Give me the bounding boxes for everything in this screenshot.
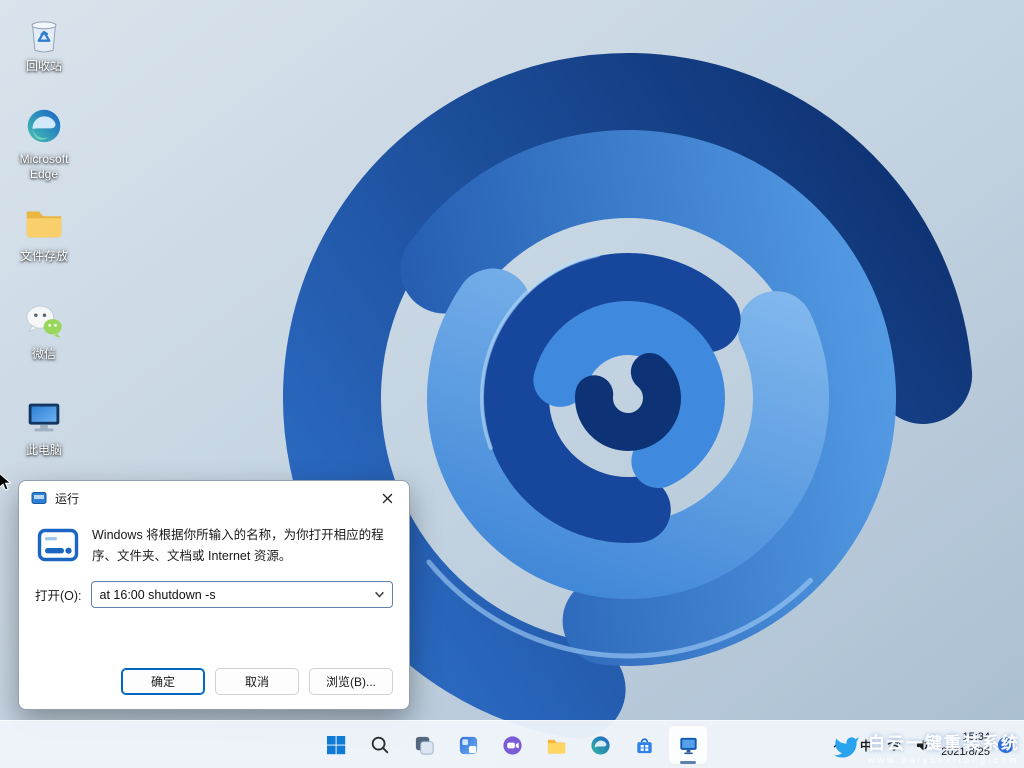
recycle-bin-icon — [21, 10, 67, 56]
run-dialog-titlebar-icon — [31, 490, 47, 506]
edge-button[interactable] — [580, 725, 620, 765]
search-icon — [369, 734, 391, 756]
ok-button[interactable]: 确定 — [121, 668, 205, 695]
desktop-icon-this-pc[interactable]: 此电脑 — [6, 394, 82, 458]
chevron-up-icon[interactable] — [827, 734, 849, 756]
desktop-icon-microsoft-edge[interactable]: Microsoft Edge — [6, 103, 82, 182]
run-dialog-body: Windows 将根据你所输入的名称，为你打开相应的程序、文件夹、文档或 Int… — [19, 515, 409, 709]
taskbar-tray: 中 15:34 2021/8/25 2 — [827, 721, 1024, 768]
desktop-icon-label: 此电脑 — [26, 443, 62, 458]
run-program-icon — [37, 525, 79, 564]
store-button[interactable] — [624, 725, 664, 765]
folder-icon — [21, 200, 67, 246]
run-dialog-title: 运行 — [55, 490, 79, 507]
task-view-icon — [413, 734, 436, 757]
clock-date: 2021/8/25 — [941, 745, 990, 760]
volume-icon[interactable] — [911, 734, 933, 756]
cancel-button[interactable]: 取消 — [215, 668, 299, 695]
reinstall-tool-button[interactable] — [668, 725, 708, 765]
desktop-icon-label: Microsoft Edge — [6, 152, 82, 182]
taskbar-center — [314, 721, 710, 768]
edge-taskbar-icon — [589, 734, 612, 757]
taskbar: 中 15:34 2021/8/25 2 — [0, 720, 1024, 768]
file-explorer-button[interactable] — [536, 725, 576, 765]
run-command-combobox[interactable] — [91, 581, 393, 608]
start-button[interactable] — [316, 725, 356, 765]
desktop-icon-label: 回收站 — [26, 59, 62, 74]
search-button[interactable] — [360, 725, 400, 765]
desktop-icon-file-storage[interactable]: 文件存放 — [6, 200, 82, 264]
file-explorer-icon — [545, 734, 568, 757]
desktop-icon-recycle-bin[interactable]: 回收站 — [6, 10, 82, 74]
browse-button[interactable]: 浏览(B)... — [309, 668, 393, 695]
this-pc-icon — [21, 394, 67, 440]
wechat-icon — [21, 298, 67, 344]
desktop-icon-label: 微信 — [32, 347, 56, 362]
mouse-cursor — [0, 472, 12, 492]
chat-icon — [501, 734, 524, 757]
close-icon[interactable] — [365, 481, 409, 515]
desktop-icon-wechat[interactable]: 微信 — [6, 298, 82, 362]
edge-icon — [21, 103, 67, 149]
open-label: 打开(O): — [35, 585, 82, 604]
ime-indicator[interactable]: 中 — [855, 734, 877, 756]
store-icon — [633, 734, 656, 757]
notification-badge[interactable]: 2 — [998, 737, 1014, 753]
task-view-button[interactable] — [404, 725, 444, 765]
clock-time: 15:34 — [941, 730, 990, 745]
widgets-icon — [457, 734, 480, 757]
taskbar-clock[interactable]: 15:34 2021/8/25 — [939, 730, 992, 760]
run-dialog: 运行 Windows 将根据你所输入的名称，为你打开相应的程序、文件夹、文档或 — [18, 480, 410, 710]
run-dialog-description: Windows 将根据你所输入的名称，为你打开相应的程序、文件夹、文档或 Int… — [92, 525, 393, 566]
desktop-icon-label: 文件存放 — [20, 249, 68, 264]
start-icon — [324, 733, 348, 757]
widgets-button[interactable] — [448, 725, 488, 765]
network-icon[interactable] — [883, 734, 905, 756]
reinstall-tool-icon — [677, 734, 700, 757]
run-command-input[interactable] — [92, 582, 366, 607]
desktop: 回收站 Microsoft Edge 文件存放 — [0, 0, 1024, 768]
chevron-down-icon[interactable] — [366, 582, 392, 607]
run-dialog-titlebar[interactable]: 运行 — [19, 481, 409, 515]
chat-button[interactable] — [492, 725, 532, 765]
